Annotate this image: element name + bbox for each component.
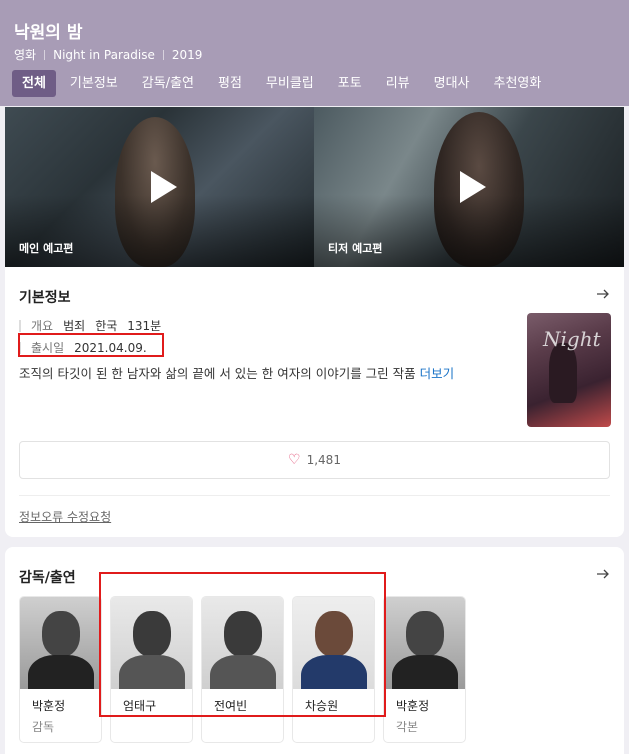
- synopsis-text: 조직의 타깃이 된 한 남자와 삶의 끝에 서 있는 한 여자의 이야기를 그린…: [19, 366, 416, 381]
- tab-quotes[interactable]: 명대사: [424, 70, 480, 97]
- movie-title: 낙원의 밤: [14, 23, 83, 43]
- section-title: 기본정보: [19, 290, 71, 306]
- report-error-link[interactable]: 정보오류 수정요청: [19, 508, 111, 525]
- tab-all[interactable]: 전체: [12, 70, 56, 97]
- meta-type: 영화: [14, 48, 37, 62]
- person-name: 박훈정: [396, 699, 430, 713]
- person-role: 감독: [32, 720, 55, 734]
- movie-header: 낙원의 밤 영화 Night in Paradise 2019 전체 기본정보 …: [0, 0, 629, 106]
- arrow-right-icon[interactable]: [596, 287, 610, 301]
- tab-photo[interactable]: 포토: [328, 70, 372, 97]
- trailer-row: 메인 예고편 티저 예고편: [5, 107, 624, 267]
- main-trailer-video[interactable]: 메인 예고편: [5, 107, 314, 267]
- country: 한국: [95, 319, 118, 333]
- like-button[interactable]: ♡ 1,481: [19, 441, 610, 479]
- person-photo: [111, 597, 192, 689]
- tab-rating[interactable]: 평점: [208, 70, 252, 97]
- release-label: 출시일: [31, 341, 65, 355]
- person-name: 전여빈: [214, 699, 248, 713]
- release-line: 출시일 2021.04.09.: [19, 339, 157, 356]
- cast-card: 감독/출연 박훈정 감독 엄태구 전여빈 차승원 박훈정 각본: [5, 547, 624, 754]
- tab-movie-clip[interactable]: 무비클립: [256, 70, 324, 97]
- person-card[interactable]: 차승원: [292, 596, 375, 743]
- video-label: 메인 예고편: [19, 242, 74, 255]
- person-photo: [202, 597, 283, 689]
- heart-icon: ♡: [288, 452, 301, 468]
- runtime: 131분: [127, 319, 162, 333]
- person-card[interactable]: 박훈정 감독: [19, 596, 102, 743]
- teaser-trailer-video[interactable]: 티저 예고편: [314, 107, 624, 267]
- meta-year: 2019: [171, 47, 203, 62]
- meta-divider: [44, 49, 46, 60]
- person-card[interactable]: 박훈정 각본: [383, 596, 466, 743]
- person-photo: [384, 597, 465, 689]
- tab-review[interactable]: 리뷰: [376, 70, 420, 97]
- movie-poster[interactable]: Night: [527, 313, 611, 427]
- overview-label: 개요: [31, 319, 54, 333]
- cast-list: 박훈정 감독 엄태구 전여빈 차승원 박훈정 각본: [19, 596, 474, 743]
- person-name: 차승원: [305, 699, 339, 713]
- video-label: 티저 예고편: [328, 242, 383, 255]
- person-photo: [20, 597, 101, 689]
- meta-english-title: Night in Paradise: [53, 47, 155, 62]
- genre: 범죄: [63, 319, 86, 333]
- meta-divider: [162, 49, 164, 60]
- play-icon[interactable]: [460, 171, 486, 203]
- like-count: 1,481: [306, 453, 341, 467]
- tab-bar: 전체 기본정보 감독/출연 평점 무비클립 포토 리뷰 명대사 추천영화: [12, 70, 555, 97]
- poster-figure: [549, 343, 577, 403]
- arrow-right-icon[interactable]: [596, 567, 610, 581]
- more-link[interactable]: 더보기: [420, 366, 455, 381]
- divider: [19, 495, 610, 496]
- section-title: 감독/출연: [19, 570, 76, 586]
- divider-bar: [19, 341, 21, 354]
- release-date: 2021.04.09.: [74, 340, 147, 355]
- person-card[interactable]: 전여빈: [201, 596, 284, 743]
- tab-basic-info[interactable]: 기본정보: [60, 70, 128, 97]
- person-card[interactable]: 엄태구: [110, 596, 193, 743]
- basic-info-card: 기본정보 개요 범죄 한국 131분 출시일 2021.04.09. 조직의 타…: [5, 267, 624, 537]
- person-photo: [293, 597, 374, 689]
- movie-meta: 영화 Night in Paradise 2019: [14, 46, 202, 63]
- person-name: 박훈정: [32, 699, 66, 713]
- divider-bar: [19, 319, 21, 332]
- person-name: 엄태구: [123, 699, 157, 713]
- synopsis: 조직의 타깃이 된 한 남자와 삶의 끝에 서 있는 한 여자의 이야기를 그린…: [19, 363, 454, 382]
- person-role: 각본: [396, 720, 419, 734]
- poster-title: Night: [543, 327, 601, 351]
- tab-cast[interactable]: 감독/출연: [132, 70, 204, 97]
- overview-line: 개요 범죄 한국 131분: [19, 317, 171, 334]
- play-icon[interactable]: [150, 171, 177, 203]
- tab-recommended[interactable]: 추천영화: [484, 70, 552, 97]
